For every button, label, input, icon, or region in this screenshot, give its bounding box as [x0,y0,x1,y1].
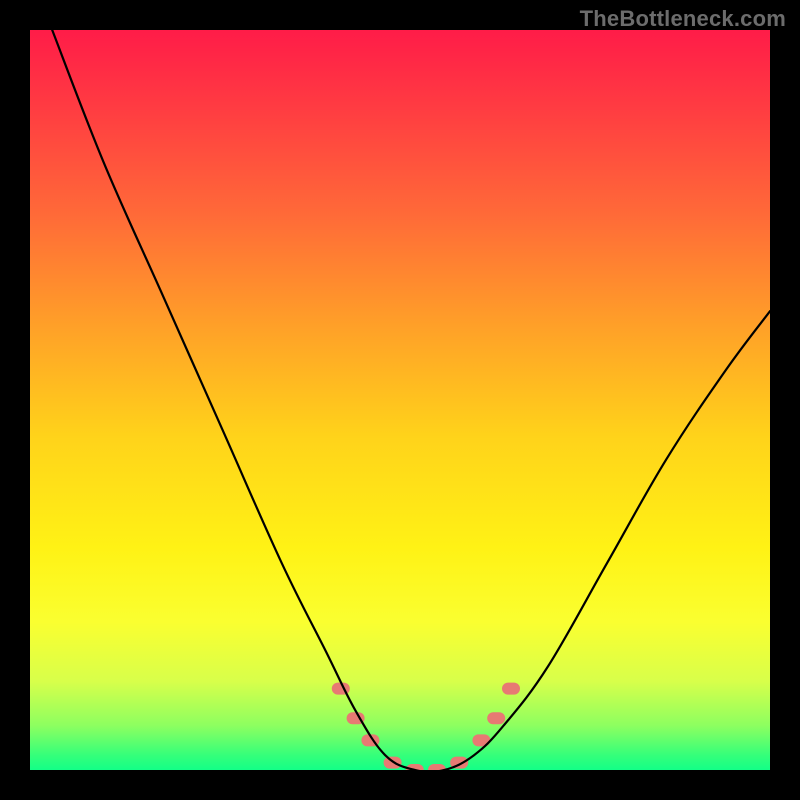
watermark-text: TheBottleneck.com [580,6,786,32]
plot-area [30,30,770,770]
marker-dot [487,712,505,724]
marker-dot [502,683,520,695]
chart-frame: TheBottleneck.com [0,0,800,800]
bottleneck-curve [52,30,770,770]
marker-dot [428,764,446,770]
curve-layer [30,30,770,770]
highlight-markers [332,683,520,770]
